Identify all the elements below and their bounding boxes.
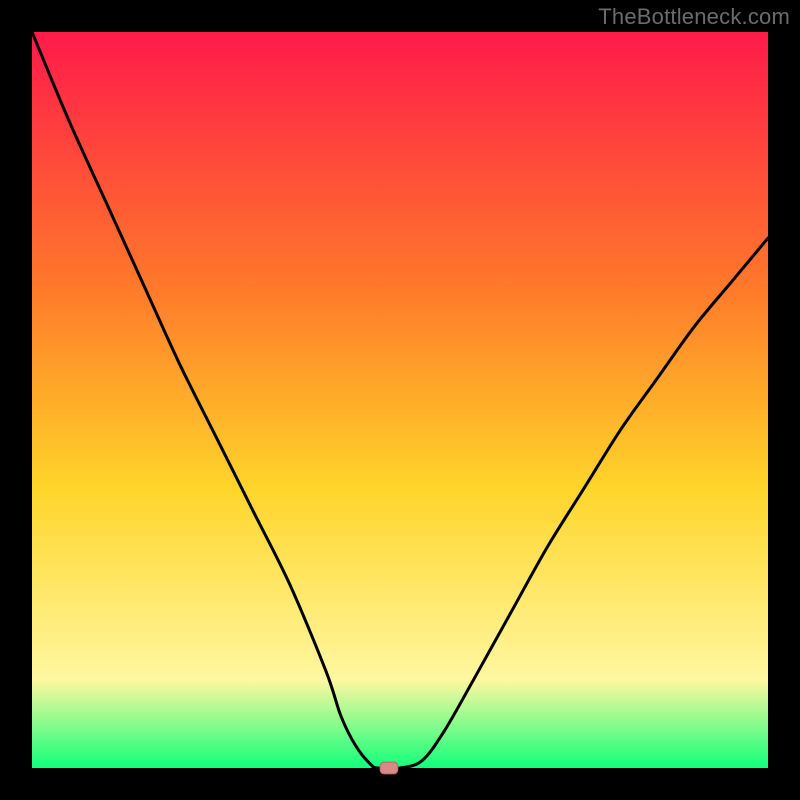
bottleneck-chart <box>0 0 800 800</box>
chart-frame: TheBottleneck.com <box>0 0 800 800</box>
optimum-marker <box>380 762 398 774</box>
plot-background <box>32 32 768 768</box>
